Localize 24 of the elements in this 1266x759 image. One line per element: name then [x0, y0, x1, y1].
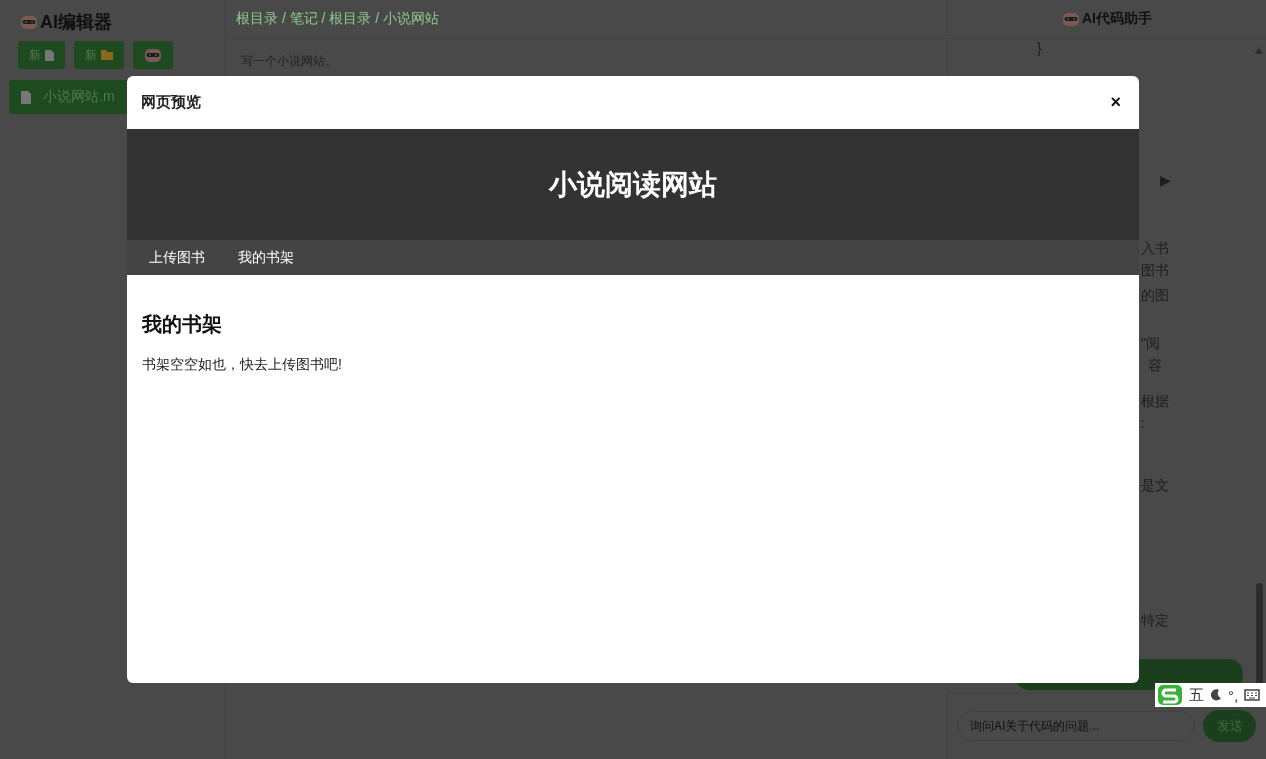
ai-button[interactable] [133, 41, 173, 69]
keyboard-icon[interactable] [1244, 689, 1261, 701]
breadcrumb: 根目录 / 笔记 / 根目录 / 小说网站 [236, 10, 439, 26]
nav-link[interactable]: 上传图书 [149, 248, 205, 267]
close-button[interactable]: × [1106, 92, 1125, 113]
chat-text: : [1141, 415, 1145, 431]
robot-icon [1062, 11, 1080, 27]
modal-title: 网页预览 [141, 93, 201, 112]
app-title: AI编辑器 [40, 11, 112, 34]
nav-link[interactable]: 我的书架 [238, 248, 294, 267]
robot-icon [144, 47, 162, 63]
folder-icon [101, 50, 113, 60]
ime-logo-icon[interactable] [1157, 684, 1183, 706]
site-title: 小说阅读网站 [549, 167, 717, 202]
empty-message: 书架空空如也，快去上传图书吧! [142, 356, 343, 374]
file-icon [21, 90, 31, 104]
assistant-title: AI代码助手 [1082, 10, 1152, 28]
section-heading: 我的书架 [142, 312, 223, 337]
chat-text: } [1037, 40, 1042, 56]
moon-icon[interactable] [1210, 689, 1222, 701]
file-icon [45, 49, 54, 61]
robot-icon [20, 14, 38, 30]
punctuation-mode[interactable]: °, [1228, 686, 1239, 704]
input-mode[interactable]: 五 [1189, 685, 1204, 705]
